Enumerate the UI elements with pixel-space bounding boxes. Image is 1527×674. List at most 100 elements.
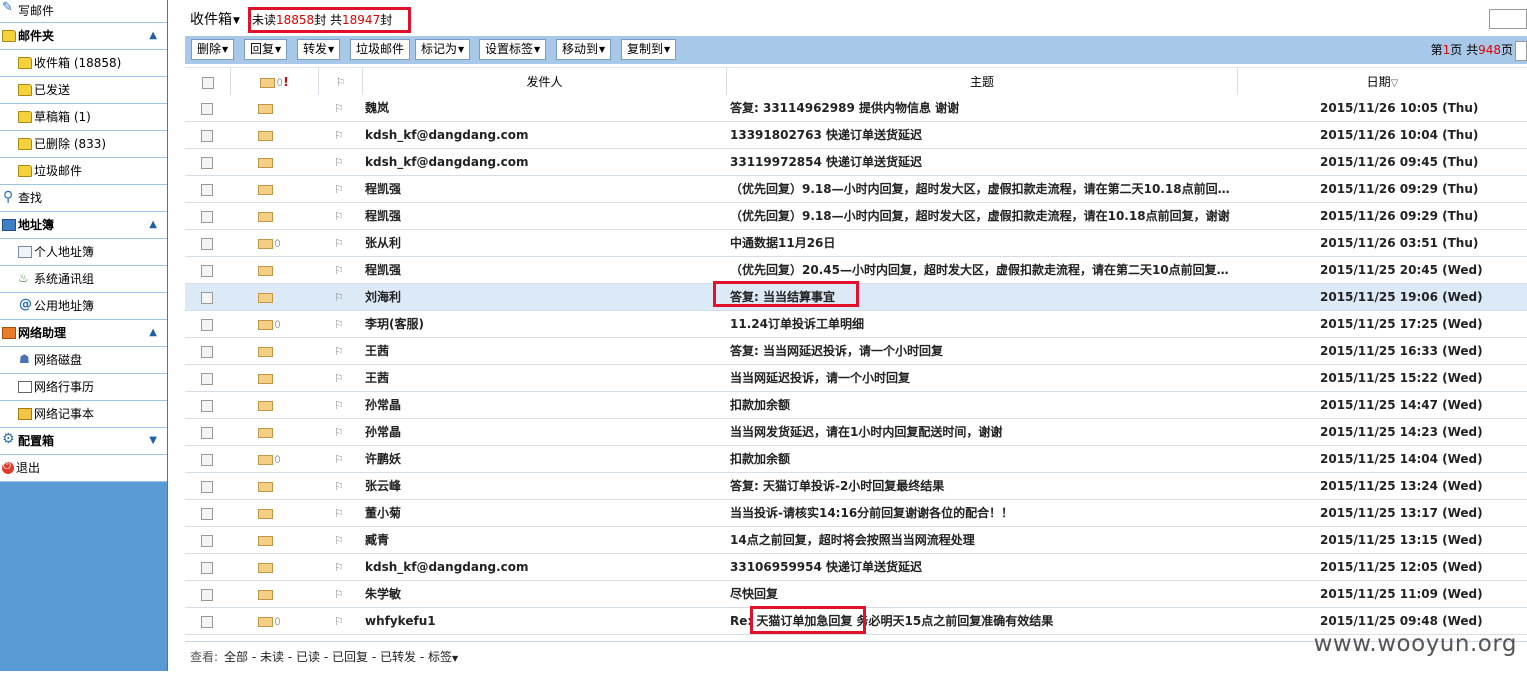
sidebar-item-calendar[interactable]: 网络行事历: [0, 374, 167, 401]
table-row[interactable]: ⚐ 张云峰 答复: 天猫订单投诉-2小时回复最终结果 2015/11/25 13:24…: [185, 473, 1527, 500]
netassist-header[interactable]: 网络助理 ▲: [0, 320, 167, 347]
row-sender[interactable]: kdsh_kf@dangdang.com: [365, 149, 725, 175]
row-sender[interactable]: 董小菊: [365, 500, 725, 526]
row-checkbox[interactable]: [201, 453, 213, 466]
status-column-header[interactable]: 𝟶!: [231, 68, 319, 96]
copy-to-button[interactable]: 复制到▼: [621, 39, 677, 60]
row-checkbox[interactable]: [201, 480, 213, 493]
sidebar-item-spam[interactable]: 垃圾邮件: [0, 158, 167, 185]
filter-read-link[interactable]: 已读: [296, 650, 320, 664]
row-subject[interactable]: 33106959954 快递订单送货延迟: [730, 554, 1230, 580]
table-row[interactable]: ⚐ 程凯强 （优先回复）9.18—小时内回复，超时发大区，虚假扣款走流程，请在10.…: [185, 203, 1527, 230]
sidebar-item-drafts[interactable]: 草稿箱 (1): [0, 104, 167, 131]
table-row[interactable]: ⚐ 刘海利 答复: 当当结算事宜 2015/11/25 19:06 (Wed): [185, 284, 1527, 311]
sidebar-item-public-addressbook[interactable]: 公用地址簿: [0, 293, 167, 320]
set-tag-button[interactable]: 设置标签▼: [479, 39, 547, 60]
spam-button[interactable]: 垃圾邮件: [350, 39, 411, 60]
table-row[interactable]: ⚐ 董小菊 当当投诉-请核实14:16分前回复谢谢各位的配合！！ 2015/11/25…: [185, 500, 1527, 527]
row-subject[interactable]: 扣款加余额: [730, 392, 1230, 418]
row-checkbox[interactable]: [201, 588, 213, 601]
search-link[interactable]: 查找: [0, 185, 167, 212]
row-sender[interactable]: kdsh_kf@dangdang.com: [365, 554, 725, 580]
row-flag-cell[interactable]: ⚐: [334, 338, 348, 364]
sidebar-item-deleted[interactable]: 已删除 (833): [0, 131, 167, 158]
row-sender[interactable]: 孙常晶: [365, 392, 725, 418]
row-subject[interactable]: Re: 天猫订单加急回复 务必明天15点之前回复准确有效结果: [730, 608, 1230, 634]
row-subject[interactable]: 尽快回复: [730, 581, 1230, 607]
row-sender[interactable]: 程凯强: [365, 176, 725, 202]
sidebar-item-notepad[interactable]: 网络记事本: [0, 401, 167, 428]
row-checkbox[interactable]: [201, 129, 213, 142]
row-checkbox[interactable]: [201, 291, 213, 304]
row-subject[interactable]: 14点之前回复，超时将会按照当当网流程处理: [730, 527, 1230, 553]
table-row[interactable]: ⚐ 孙常晶 扣款加余额 2015/11/25 14:47 (Wed): [185, 392, 1527, 419]
row-flag-cell[interactable]: ⚐: [334, 149, 348, 175]
row-sender[interactable]: 刘海利: [365, 284, 725, 310]
mark-as-button[interactable]: 标记为▼: [415, 39, 471, 60]
flag-column-header[interactable]: ⚐: [319, 68, 363, 96]
table-row[interactable]: ⚐ 魏岚 答复: 33114962989 提供内物信息 谢谢 2015/11/26 1…: [185, 95, 1527, 122]
sidebar-item-inbox[interactable]: 收件箱 (18858): [0, 50, 167, 77]
row-sender[interactable]: 程凯强: [365, 257, 725, 283]
filter-tags-link[interactable]: 标签▼: [428, 650, 458, 664]
delete-button[interactable]: 删除▼: [191, 39, 235, 60]
table-row[interactable]: ⚐ kdsh_kf@dangdang.com 33119972854 快递订单送货延…: [185, 149, 1527, 176]
date-column-header[interactable]: 日期▽: [1238, 68, 1527, 96]
row-sender[interactable]: 王茜: [365, 338, 725, 364]
config-header[interactable]: 配置箱 ▼: [0, 428, 167, 455]
row-checkbox[interactable]: [201, 264, 213, 277]
row-flag-cell[interactable]: ⚐: [334, 473, 348, 499]
table-row[interactable]: ⚐ kdsh_kf@dangdang.com 33106959954 快递订单送货延…: [185, 554, 1527, 581]
folders-header[interactable]: 邮件夹 ▲: [0, 23, 167, 50]
row-subject[interactable]: 答复: 当当网延迟投诉，请一个小时回复: [730, 338, 1230, 364]
row-flag-cell[interactable]: ⚐: [334, 500, 348, 526]
row-flag-cell[interactable]: ⚐: [334, 176, 348, 202]
table-row[interactable]: ⚐ 王茜 当当网延迟投诉，请一个小时回复 2015/11/25 15:22 (Wed): [185, 365, 1527, 392]
table-row[interactable]: ⚐ 程凯强 （优先回复）9.18—小时内回复，超时发大区，虚假扣款走流程，请在第二天…: [185, 176, 1527, 203]
filter-replied-link[interactable]: 已回复: [332, 650, 368, 664]
row-checkbox[interactable]: [201, 399, 213, 412]
compose-link[interactable]: 写邮件: [0, 0, 167, 23]
row-checkbox[interactable]: [201, 345, 213, 358]
table-row[interactable]: ⚐ kdsh_kf@dangdang.com 13391802763 快递订单送货延…: [185, 122, 1527, 149]
row-checkbox[interactable]: [201, 615, 213, 628]
row-checkbox[interactable]: [201, 561, 213, 574]
logout-link[interactable]: 退出: [0, 455, 167, 482]
collapse-up-icon[interactable]: ▲: [149, 23, 157, 49]
table-row[interactable]: 𝟶 ⚐ 李玥(客服) 11.24订单投诉工单明细 2015/11/25 17:25 (W…: [185, 311, 1527, 338]
row-checkbox[interactable]: [201, 183, 213, 196]
filter-forwarded-link[interactable]: 已转发: [380, 650, 416, 664]
collapse-up-icon[interactable]: ▲: [149, 212, 157, 238]
table-row[interactable]: ⚐ 孙常晶 当当网发货延迟，请在1小时内回复配送时间，谢谢 2015/11/25 14…: [185, 419, 1527, 446]
row-checkbox[interactable]: [201, 156, 213, 169]
row-sender[interactable]: 孙常晶: [365, 419, 725, 445]
row-flag-cell[interactable]: ⚐: [334, 365, 348, 391]
row-sender[interactable]: 臧青: [365, 527, 725, 553]
row-checkbox[interactable]: [201, 534, 213, 547]
row-subject[interactable]: （优先回复）20.45—小时内回复，超时发大区，虚假扣款走流程，请在第二天10点…: [730, 257, 1230, 283]
row-subject[interactable]: （优先回复）9.18—小时内回复，超时发大区，虚假扣款走流程，请在第二天10.1…: [730, 176, 1230, 202]
page-jump-input[interactable]: [1515, 40, 1527, 61]
row-sender[interactable]: kdsh_kf@dangdang.com: [365, 122, 725, 148]
row-flag-cell[interactable]: ⚐: [334, 581, 348, 607]
folder-title[interactable]: 收件箱▼: [190, 9, 240, 31]
row-sender[interactable]: whfykefu1: [365, 608, 725, 634]
row-checkbox[interactable]: [201, 318, 213, 331]
row-sender[interactable]: 张云峰: [365, 473, 725, 499]
expand-down-icon[interactable]: ▼: [149, 428, 157, 454]
row-subject[interactable]: 扣款加余额: [730, 446, 1230, 472]
row-flag-cell[interactable]: ⚐: [334, 203, 348, 229]
row-flag-cell[interactable]: ⚐: [334, 311, 348, 337]
row-sender[interactable]: 王茜: [365, 365, 725, 391]
row-subject[interactable]: 33119972854 快递订单送货延迟: [730, 149, 1230, 175]
reply-button[interactable]: 回复▼: [244, 39, 288, 60]
quick-search-input[interactable]: [1489, 9, 1527, 29]
row-checkbox[interactable]: [201, 507, 213, 520]
row-flag-cell[interactable]: ⚐: [334, 392, 348, 418]
row-flag-cell[interactable]: ⚐: [334, 419, 348, 445]
row-flag-cell[interactable]: ⚐: [334, 554, 348, 580]
row-sender[interactable]: 程凯强: [365, 203, 725, 229]
row-subject[interactable]: 13391802763 快递订单送货延迟: [730, 122, 1230, 148]
sidebar-item-sent[interactable]: 已发送: [0, 77, 167, 104]
sidebar-item-system-groups[interactable]: 系统通讯组: [0, 266, 167, 293]
